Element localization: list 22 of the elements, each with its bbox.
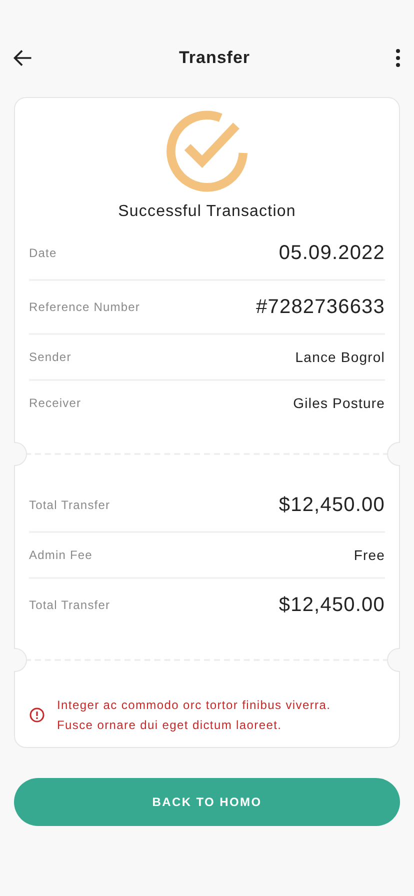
detail-label: Date (29, 246, 57, 260)
amount-label: Total Transfer (29, 598, 110, 612)
check-circle-icon (166, 110, 248, 192)
amount-value: Free (354, 547, 385, 563)
amount-value: $12,450.00 (278, 592, 385, 618)
warning-note: Integer ac commodo orc tortor finibus viverra. Fusce ornare dui eget dictum laoreet. (57, 697, 332, 734)
detail-value: 05.09.2022 (278, 240, 385, 266)
detail-value: #7282736633 (256, 294, 385, 320)
more-options-icon[interactable] (395, 48, 401, 68)
amount-value: $12,450.00 (278, 492, 385, 518)
detail-value: Giles Posture (293, 395, 385, 411)
detail-label: Reference Number (29, 300, 140, 314)
amount-label: Total Transfer (29, 498, 110, 512)
detail-label: Sender (29, 350, 72, 364)
back-arrow-icon[interactable] (12, 47, 34, 69)
alert-icon (29, 707, 45, 723)
status-title: Successful Transaction (118, 203, 296, 221)
detail-label: Receiver (29, 396, 82, 410)
detail-value: Lance Bogrol (295, 349, 385, 365)
screen-title: Transfer (178, 48, 250, 68)
amount-label: Admin Fee (29, 548, 92, 562)
back-home-button[interactable]: BACK TO HOMO (14, 778, 400, 826)
